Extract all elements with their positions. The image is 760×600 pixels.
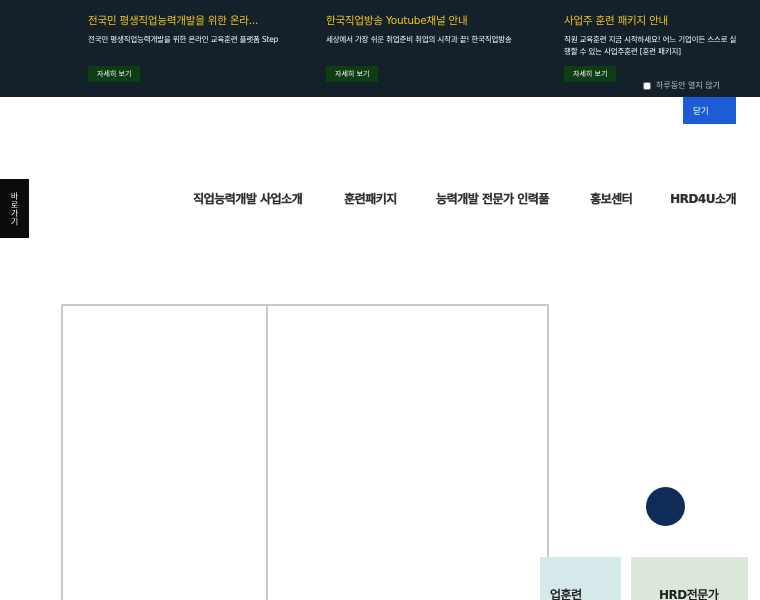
popup-item-description: 세상에서 가장 쉬운 취업준비 취업의 시작과 끝! 한국직업방송 [326,35,512,44]
nav-item-training-package[interactable]: 훈련패키지 [344,190,397,207]
today-close-option[interactable]: 하루동안 열지 않기 [643,80,720,91]
main-nav: 직업능력개발 사업소개 훈련패키지 능력개발 전문가 인력풀 홍보센터 HRD4… [0,190,760,210]
card-label: HRD전문가 [659,588,719,600]
card-business-training[interactable]: 업훈련 [540,557,621,600]
detail-button[interactable]: 자세히 보기 [326,66,379,82]
popup-item-training-package: 사업주 훈련 패키지 안내 직원 교육훈련 지금 시작하세요! 어느 기업이든 … [564,13,739,82]
nav-item-expert-pool[interactable]: 능력개발 전문가 인력풀 [436,190,549,207]
detail-button[interactable]: 자세히 보기 [564,66,617,82]
nav-item-business-intro[interactable]: 직업능력개발 사업소개 [193,190,303,207]
popup-item-description: 전국민 평생직업능력개발을 위한 온라인 교육훈련 플랫폼 Step [88,35,279,44]
detail-button[interactable]: 자세히 보기 [88,66,141,82]
floating-circle-button[interactable] [646,487,685,526]
popup-item-description: 직원 교육훈련 지금 시작하세요! 어느 기업이든 스스로 실행할 수 있는 사… [564,35,737,56]
today-close-checkbox[interactable] [643,81,651,90]
card-hrd-expert[interactable]: HRD전문가 [631,557,748,600]
popup-close-button[interactable]: 닫기 [683,97,736,124]
popup-item-step: 전국민 평생직업능력개발을 위한 온라... 전국민 평생직업능력개발을 위한 … [88,13,283,82]
page: 전국민 평생직업능력개발을 위한 온라... 전국민 평생직업능력개발을 위한 … [0,0,760,600]
nav-item-pr-center[interactable]: 홍보센터 [590,190,633,207]
popup-item-title[interactable]: 한국직업방송 Youtube채널 안내 [326,13,521,28]
today-close-label: 하루동안 열지 않기 [656,81,720,90]
nav-item-hrd4u-intro[interactable]: HRD4U소개 [670,190,736,207]
popup-item-title[interactable]: 전국민 평생직업능력개발을 위한 온라... [88,13,283,28]
popup-banner: 전국민 평생직업능력개발을 위한 온라... 전국민 평생직업능력개발을 위한 … [0,0,760,97]
popup-item-youtube: 한국직업방송 Youtube채널 안내 세상에서 가장 쉬운 취업준비 취업의 … [326,13,521,82]
card-label: 업훈련 [550,588,582,600]
content-frame-right [266,304,549,600]
content-frame-left [61,304,269,600]
popup-item-title[interactable]: 사업주 훈련 패키지 안내 [564,13,739,28]
